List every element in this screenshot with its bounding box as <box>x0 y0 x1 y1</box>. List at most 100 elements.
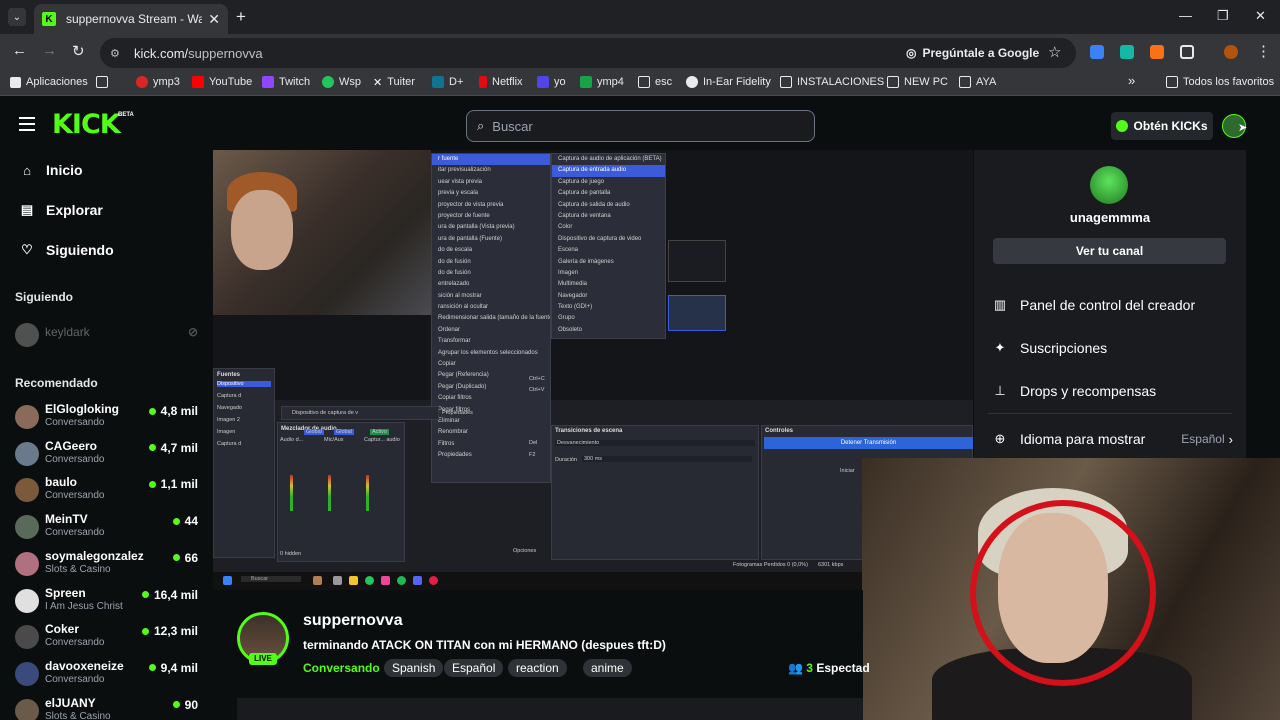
submenu-item[interactable]: Captura de entrada audio <box>552 165 665 177</box>
bookmark-twitch[interactable]: Twitch <box>262 76 310 88</box>
close-tab-icon[interactable]: ✕ <box>208 11 220 28</box>
recommended-channel[interactable]: elJUANY Slots & Casino 90 <box>15 696 205 720</box>
extension-icon[interactable] <box>1150 45 1164 59</box>
source-item[interactable]: Navegado <box>217 405 271 411</box>
menu-item-language[interactable]: ⊕ Idioma para mostrar Español › <box>993 431 1233 447</box>
bookmark-yo[interactable]: yo <box>537 76 566 88</box>
search-input[interactable]: ⌕ Buscar <box>466 110 815 142</box>
sidebar-item-siguiendo[interactable]: ♡ Siguiendo <box>18 242 114 258</box>
menu-hamburger-icon[interactable] <box>19 117 35 131</box>
recommended-channel[interactable]: soymalegonzalez Slots & Casino 66 <box>15 549 205 581</box>
view-channel-button[interactable]: Ver tu canal <box>993 238 1226 264</box>
context-menu-item[interactable]: proyector de fuente <box>432 211 550 222</box>
context-menu-item[interactable]: r fuente <box>432 154 550 166</box>
recommended-channel[interactable]: Coker Conversando 12,3 mil <box>15 622 205 654</box>
maximize-icon[interactable]: ❐ <box>1217 8 1229 24</box>
obs-icon[interactable] <box>429 576 438 585</box>
submenu-item[interactable]: Multimedia <box>552 279 665 290</box>
kick-logo[interactable]: KICK <box>52 110 121 140</box>
windows-start-icon[interactable] <box>223 576 232 585</box>
discord-icon[interactable] <box>413 576 422 585</box>
profile-avatar-icon[interactable] <box>1224 45 1238 59</box>
submenu-item[interactable]: Color <box>552 222 665 233</box>
context-menu-item[interactable]: Copiar <box>432 359 550 370</box>
tab-search-icon[interactable]: ⌄ <box>8 8 26 26</box>
recommended-channel[interactable]: ElGlogloking Conversando 4,8 mil <box>15 402 205 434</box>
bookmark-ymp3[interactable]: ymp3 <box>136 76 180 88</box>
context-menu-item[interactable]: uear vista previa <box>432 177 550 188</box>
bookmark-star-icon[interactable]: ☆ <box>1048 43 1061 61</box>
folder-icon[interactable] <box>349 576 358 585</box>
minimize-icon[interactable]: — <box>1179 8 1192 23</box>
bookmark-youtube[interactable]: YouTube <box>192 76 252 88</box>
context-menu-item[interactable]: Agrupar los elementos seleccionados <box>432 348 550 359</box>
bookmark-ymp4[interactable]: ymp4 <box>580 76 624 88</box>
context-menu-item[interactable]: Renombrar <box>432 427 550 438</box>
bookmark-disney[interactable]: D+ <box>432 76 463 88</box>
properties-tab[interactable]: Propiedades <box>442 410 473 416</box>
recommended-channel[interactable]: davooxeneize Conversando 9,4 mil <box>15 659 205 691</box>
submenu-item[interactable]: Captura de salida de audio <box>552 200 665 211</box>
more-bookmarks-icon[interactable]: » <box>1128 73 1135 88</box>
duration-input[interactable]: 300 ms <box>582 456 752 462</box>
context-menu-item[interactable]: do de escala <box>432 245 550 256</box>
forward-icon[interactable]: → <box>42 42 57 59</box>
sidebar-item-explorar[interactable]: ▤ Explorar <box>18 202 103 218</box>
transition-select[interactable]: Desvanecimiento <box>555 440 755 446</box>
bookmark-tuiter[interactable]: ✕ Tuiter <box>373 76 415 89</box>
extensions-puzzle-icon[interactable] <box>1180 45 1194 59</box>
chrome-icon[interactable] <box>365 576 374 585</box>
extension-icon[interactable] <box>1120 45 1134 59</box>
submenu-item[interactable]: Navegador <box>552 291 665 302</box>
context-menu-item[interactable]: Transformar <box>432 336 550 347</box>
submenu-item[interactable]: Captura de juego <box>552 177 665 188</box>
close-window-icon[interactable]: ✕ <box>1255 8 1266 24</box>
context-menu-item[interactable]: entrelazado <box>432 279 550 290</box>
bookmark-apps[interactable]: Aplicaciones <box>10 76 88 88</box>
context-menu-item[interactable]: Copiar filtros <box>432 393 550 404</box>
submenu-item[interactable]: Texto (GDI+) <box>552 302 665 313</box>
sidebar-item-inicio[interactable]: ⌂ Inicio <box>18 162 83 178</box>
context-menu-item[interactable]: Redimensionar salida (tamaño de la fuent… <box>432 313 550 324</box>
submenu-item[interactable]: Escena <box>552 245 665 256</box>
submenu-item[interactable]: Captura de ventana <box>552 211 665 222</box>
context-menu-item[interactable]: do de fusión <box>432 257 550 268</box>
recommended-channel[interactable]: MeinTV Conversando 44 <box>15 512 205 544</box>
reload-icon[interactable]: ↻ <box>72 42 85 60</box>
get-kicks-button[interactable]: Obtén KICKs <box>1111 112 1213 140</box>
menu-item-subscriptions[interactable]: ✦ Suscripciones <box>993 340 1233 356</box>
stream-category[interactable]: Conversando <box>303 661 380 675</box>
source-item[interactable]: Captura d <box>217 393 271 399</box>
channel-name[interactable]: suppernovva <box>303 612 403 630</box>
context-menu-item[interactable]: ura de pantalla (Fuente) <box>432 234 550 245</box>
bookmark-all[interactable]: Todos los favoritos <box>1166 76 1274 88</box>
obs-options[interactable]: Opciones <box>513 548 536 554</box>
submenu-item[interactable]: Obsoleto <box>552 325 665 336</box>
device-tab[interactable]: Dispositivo de captura de v <box>292 410 358 416</box>
source-item[interactable]: Dispositivo <box>217 381 271 387</box>
stream-video[interactable]: r fuente itar previsualización uear vista … <box>213 150 973 590</box>
menu-item-creator-dashboard[interactable]: ▥ Panel de control del creador <box>993 297 1233 313</box>
submenu-item[interactable]: Galería de imágenes <box>552 257 665 268</box>
submenu-item[interactable]: Captura de audio de aplicación (BETA) <box>552 154 665 165</box>
bookmark-netflix[interactable]: Netflix <box>479 76 523 88</box>
taskbar-app-icon[interactable] <box>381 576 390 585</box>
tag-spanish[interactable]: Spanish <box>384 659 444 677</box>
context-menu-item[interactable]: sición al mostrar <box>432 291 550 302</box>
start-button[interactable]: Iniciar <box>840 468 855 474</box>
bookmark-new-pc[interactable]: NEW PC <box>887 76 948 88</box>
spotify-icon[interactable] <box>397 576 406 585</box>
context-menu-item[interactable]: Ordenar <box>432 325 550 336</box>
bookmark-in-ear[interactable]: In-Ear Fidelity <box>686 76 771 88</box>
extension-icon[interactable] <box>1090 45 1104 59</box>
taskbar-app-icon[interactable] <box>313 576 322 585</box>
recommended-channel[interactable]: CAGeero Conversando 4,7 mil <box>15 439 205 471</box>
context-menu-item[interactable]: ransición al ocultar <box>432 302 550 313</box>
submenu-item[interactable]: Imagen <box>552 268 665 279</box>
new-tab-icon[interactable]: + <box>236 7 246 27</box>
browser-tab[interactable]: K suppernovva Stream - Watch Li ✕ <box>34 4 228 34</box>
source-item[interactable]: Captura d <box>217 441 271 447</box>
stop-streaming-button[interactable]: Detener Transmisión <box>764 437 973 449</box>
google-lens-button[interactable]: ◎ Pregúntale a Google <box>906 41 1039 65</box>
browser-menu-icon[interactable]: ⋮ <box>1256 42 1271 60</box>
